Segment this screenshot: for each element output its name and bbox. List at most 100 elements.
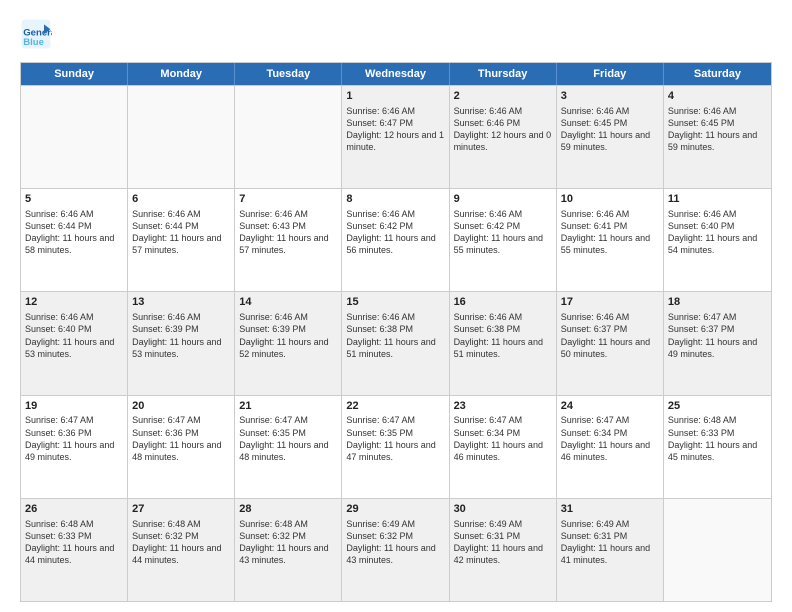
day-info-16: Sunrise: 6:46 AM Sunset: 6:38 PM Dayligh… xyxy=(454,312,543,358)
day-number-10: 10 xyxy=(561,192,659,207)
day-cell-31: 31 Sunrise: 6:49 AM Sunset: 6:31 PM Dayli… xyxy=(557,499,664,601)
day-number-14: 14 xyxy=(239,295,337,310)
day-cell-22: 22Sunrise: 6:47 AM Sunset: 6:35 PM Dayli… xyxy=(342,396,449,498)
day-info-31: Sunrise: 6:49 AM Sunset: 6:31 PM Dayligh… xyxy=(561,519,650,565)
header-friday: Friday xyxy=(557,63,664,85)
calendar-row-1: 1 Sunrise: 6:46 AM Sunset: 6:47 PM Daylig… xyxy=(21,85,771,188)
day-info-27: Sunrise: 6:48 AM Sunset: 6:32 PM Dayligh… xyxy=(132,519,221,565)
day-cell-6: 6 Sunrise: 6:46 AM Sunset: 6:44 PM Daylig… xyxy=(128,189,235,291)
day-number-8: 8 xyxy=(346,192,444,207)
calendar-row-2: 5 Sunrise: 6:46 AM Sunset: 6:44 PM Daylig… xyxy=(21,188,771,291)
calendar-row-3: 12 Sunrise: 6:46 AM Sunset: 6:40 PM Dayli… xyxy=(21,291,771,394)
day-number-30: 30 xyxy=(454,502,552,517)
calendar-header: Sunday Monday Tuesday Wednesday Thursday… xyxy=(21,63,771,85)
day-info-20: Sunrise: 6:47 AM Sunset: 6:36 PM Dayligh… xyxy=(132,415,221,461)
day-cell-17: 17 Sunrise: 6:46 AM Sunset: 6:37 PM Dayli… xyxy=(557,292,664,394)
day-number-2: 2 xyxy=(454,89,552,104)
day-cell-24: 24Sunrise: 6:47 AM Sunset: 6:34 PM Dayli… xyxy=(557,396,664,498)
logo: General Blue xyxy=(20,18,56,50)
day-number-29: 29 xyxy=(346,502,444,517)
day-cell-23: 23Sunrise: 6:47 AM Sunset: 6:34 PM Dayli… xyxy=(450,396,557,498)
day-info-11: Sunrise: 6:46 AM Sunset: 6:40 PM Dayligh… xyxy=(668,209,757,255)
calendar: Sunday Monday Tuesday Wednesday Thursday… xyxy=(20,62,772,602)
day-info-15: Sunrise: 6:46 AM Sunset: 6:38 PM Dayligh… xyxy=(346,312,435,358)
day-cell-13: 13 Sunrise: 6:46 AM Sunset: 6:39 PM Dayli… xyxy=(128,292,235,394)
day-info-18: Sunrise: 6:47 AM Sunset: 6:37 PM Dayligh… xyxy=(668,312,757,358)
day-info-12: Sunrise: 6:46 AM Sunset: 6:40 PM Dayligh… xyxy=(25,312,114,358)
day-cell-30: 30 Sunrise: 6:49 AM Sunset: 6:31 PM Dayli… xyxy=(450,499,557,601)
day-number-24: 24 xyxy=(561,399,659,414)
day-info-1: Sunrise: 6:46 AM Sunset: 6:47 PM Dayligh… xyxy=(346,106,444,152)
day-info-10: Sunrise: 6:46 AM Sunset: 6:41 PM Dayligh… xyxy=(561,209,650,255)
day-cell-18: 18 Sunrise: 6:47 AM Sunset: 6:37 PM Dayli… xyxy=(664,292,771,394)
day-cell-15: 15 Sunrise: 6:46 AM Sunset: 6:38 PM Dayli… xyxy=(342,292,449,394)
day-info-17: Sunrise: 6:46 AM Sunset: 6:37 PM Dayligh… xyxy=(561,312,650,358)
day-number-13: 13 xyxy=(132,295,230,310)
day-info-8: Sunrise: 6:46 AM Sunset: 6:42 PM Dayligh… xyxy=(346,209,435,255)
day-cell-5: 5 Sunrise: 6:46 AM Sunset: 6:44 PM Daylig… xyxy=(21,189,128,291)
day-info-23: Sunrise: 6:47 AM Sunset: 6:34 PM Dayligh… xyxy=(454,415,543,461)
day-number-4: 4 xyxy=(668,89,767,104)
day-cell-29: 29Sunrise: 6:49 AM Sunset: 6:32 PM Dayli… xyxy=(342,499,449,601)
day-number-11: 11 xyxy=(668,192,767,207)
calendar-row-4: 19Sunrise: 6:47 AM Sunset: 6:36 PM Dayli… xyxy=(21,395,771,498)
day-cell-14: 14Sunrise: 6:46 AM Sunset: 6:39 PM Dayli… xyxy=(235,292,342,394)
day-cell-27: 27Sunrise: 6:48 AM Sunset: 6:32 PM Dayli… xyxy=(128,499,235,601)
day-cell-2: 2 Sunrise: 6:46 AM Sunset: 6:46 PM Daylig… xyxy=(450,86,557,188)
day-number-18: 18 xyxy=(668,295,767,310)
day-number-1: 1 xyxy=(346,89,444,104)
day-number-28: 28 xyxy=(239,502,337,517)
day-number-17: 17 xyxy=(561,295,659,310)
day-number-31: 31 xyxy=(561,502,659,517)
day-cell-3: 3Sunrise: 6:46 AM Sunset: 6:45 PM Daylig… xyxy=(557,86,664,188)
empty-cell-0-1 xyxy=(128,86,235,188)
day-info-2: Sunrise: 6:46 AM Sunset: 6:46 PM Dayligh… xyxy=(454,106,552,152)
day-cell-20: 20Sunrise: 6:47 AM Sunset: 6:36 PM Dayli… xyxy=(128,396,235,498)
day-cell-28: 28 Sunrise: 6:48 AM Sunset: 6:32 PM Dayli… xyxy=(235,499,342,601)
day-number-19: 19 xyxy=(25,399,123,414)
day-info-7: Sunrise: 6:46 AM Sunset: 6:43 PM Dayligh… xyxy=(239,209,328,255)
day-number-5: 5 xyxy=(25,192,123,207)
day-number-23: 23 xyxy=(454,399,552,414)
day-cell-9: 9 Sunrise: 6:46 AM Sunset: 6:42 PM Daylig… xyxy=(450,189,557,291)
day-info-28: Sunrise: 6:48 AM Sunset: 6:32 PM Dayligh… xyxy=(239,519,328,565)
day-number-15: 15 xyxy=(346,295,444,310)
day-cell-21: 21Sunrise: 6:47 AM Sunset: 6:35 PM Dayli… xyxy=(235,396,342,498)
header-monday: Monday xyxy=(128,63,235,85)
empty-cell-0-2 xyxy=(235,86,342,188)
day-info-13: Sunrise: 6:46 AM Sunset: 6:39 PM Dayligh… xyxy=(132,312,221,358)
page: General Blue Sunday Monday Tuesday Wedne… xyxy=(0,0,792,612)
day-info-5: Sunrise: 6:46 AM Sunset: 6:44 PM Dayligh… xyxy=(25,209,114,255)
day-number-12: 12 xyxy=(25,295,123,310)
calendar-row-5: 26Sunrise: 6:48 AM Sunset: 6:33 PM Dayli… xyxy=(21,498,771,601)
day-info-30: Sunrise: 6:49 AM Sunset: 6:31 PM Dayligh… xyxy=(454,519,543,565)
empty-cell-4-6 xyxy=(664,499,771,601)
header-tuesday: Tuesday xyxy=(235,63,342,85)
calendar-body: 1 Sunrise: 6:46 AM Sunset: 6:47 PM Daylig… xyxy=(21,85,771,601)
day-number-21: 21 xyxy=(239,399,337,414)
day-info-9: Sunrise: 6:46 AM Sunset: 6:42 PM Dayligh… xyxy=(454,209,543,255)
day-cell-4: 4 Sunrise: 6:46 AM Sunset: 6:45 PM Daylig… xyxy=(664,86,771,188)
header: General Blue xyxy=(20,18,772,50)
header-wednesday: Wednesday xyxy=(342,63,449,85)
day-cell-10: 10 Sunrise: 6:46 AM Sunset: 6:41 PM Dayli… xyxy=(557,189,664,291)
day-info-6: Sunrise: 6:46 AM Sunset: 6:44 PM Dayligh… xyxy=(132,209,221,255)
day-number-3: 3 xyxy=(561,89,659,104)
day-info-22: Sunrise: 6:47 AM Sunset: 6:35 PM Dayligh… xyxy=(346,415,435,461)
day-cell-12: 12 Sunrise: 6:46 AM Sunset: 6:40 PM Dayli… xyxy=(21,292,128,394)
day-number-9: 9 xyxy=(454,192,552,207)
day-cell-11: 11 Sunrise: 6:46 AM Sunset: 6:40 PM Dayli… xyxy=(664,189,771,291)
day-info-25: Sunrise: 6:48 AM Sunset: 6:33 PM Dayligh… xyxy=(668,415,757,461)
day-cell-1: 1 Sunrise: 6:46 AM Sunset: 6:47 PM Daylig… xyxy=(342,86,449,188)
day-number-6: 6 xyxy=(132,192,230,207)
day-number-25: 25 xyxy=(668,399,767,414)
day-info-19: Sunrise: 6:47 AM Sunset: 6:36 PM Dayligh… xyxy=(25,415,114,461)
day-cell-19: 19Sunrise: 6:47 AM Sunset: 6:36 PM Dayli… xyxy=(21,396,128,498)
logo-icon: General Blue xyxy=(20,18,52,50)
day-cell-25: 25Sunrise: 6:48 AM Sunset: 6:33 PM Dayli… xyxy=(664,396,771,498)
day-cell-8: 8 Sunrise: 6:46 AM Sunset: 6:42 PM Daylig… xyxy=(342,189,449,291)
header-thursday: Thursday xyxy=(450,63,557,85)
svg-text:Blue: Blue xyxy=(23,37,44,48)
day-info-4: Sunrise: 6:46 AM Sunset: 6:45 PM Dayligh… xyxy=(668,106,757,152)
header-saturday: Saturday xyxy=(664,63,771,85)
